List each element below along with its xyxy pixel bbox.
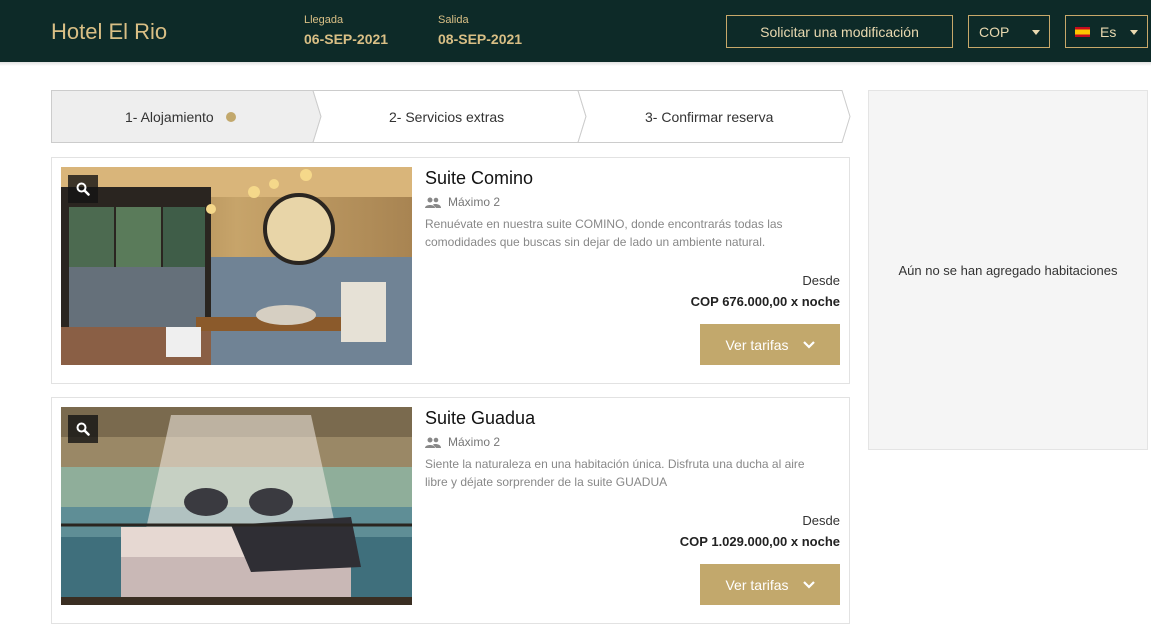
top-header: Hotel El Rio Llegada 06-SEP-2021 Salida … [0, 0, 1151, 62]
active-step-dot [225, 112, 236, 122]
view-rates-button[interactable]: Ver tarifas [700, 324, 840, 365]
room-card-comino: Suite Comino Máximo 2 Renuévate en nuest… [51, 157, 850, 384]
price-from-label: Desde [802, 273, 840, 288]
caret-down-icon [1130, 30, 1138, 35]
language-value: Es [1100, 23, 1117, 40]
departure-label: Salida [438, 14, 469, 26]
request-modification-label: Solicitar una modificación [760, 23, 919, 40]
header-shadow [0, 62, 1151, 66]
room-capacity: Máximo 2 [425, 195, 500, 209]
view-rates-button[interactable]: Ver tarifas [700, 564, 840, 605]
spain-flag-icon [1075, 26, 1090, 37]
booking-stepper: 1- Alojamiento 2- Servicios extras 3- Co… [51, 90, 851, 143]
search-icon [76, 182, 90, 196]
room-title[interactable]: Suite Guadua [425, 408, 535, 429]
zoom-button[interactable] [68, 415, 98, 443]
view-rates-label: Ver tarifas [725, 336, 789, 353]
arrival-date-block: Llegada 06-SEP-2021 [304, 14, 388, 47]
room-title[interactable]: Suite Comino [425, 168, 533, 189]
price-from-label: Desde [802, 513, 840, 528]
currency-select[interactable]: COP [968, 15, 1050, 48]
step-accommodation-label: 1- Alojamiento [125, 109, 214, 125]
room-capacity-text: Máximo 2 [448, 435, 501, 449]
room-capacity-text: Máximo 2 [448, 195, 501, 209]
room-photo-comino[interactable] [61, 167, 412, 365]
arrival-date: 06-SEP-2021 [304, 31, 389, 47]
users-icon [425, 197, 441, 208]
arrival-label: Llegada [304, 14, 344, 26]
view-rates-label: Ver tarifas [725, 576, 789, 593]
departure-date: 08-SEP-2021 [438, 31, 523, 47]
room-description: Siente la naturaleza en una habitación ú… [425, 457, 805, 489]
step-accommodation[interactable]: 1- Alojamiento [125, 109, 236, 125]
bathroom-photo [61, 167, 412, 365]
step-extra-services-label: 2- Servicios extras [389, 109, 505, 125]
room-card-guadua: Suite Guadua Máximo 2 Siente la naturale… [51, 397, 850, 624]
room-description: Renuévate en nuestra suite COMINO, donde… [425, 217, 783, 249]
step-extra-services[interactable]: 2- Servicios extras [389, 109, 504, 125]
chevron-down-icon [802, 340, 815, 349]
language-select[interactable]: Es [1065, 15, 1148, 48]
currency-value: COP [979, 23, 1010, 40]
caret-down-icon [1032, 30, 1040, 35]
room-photo-guadua[interactable] [61, 407, 412, 605]
users-icon [425, 437, 441, 448]
step-confirm[interactable]: 3- Confirmar reserva [645, 109, 773, 125]
request-modification-button[interactable]: Solicitar una modificación [726, 15, 953, 48]
zoom-button[interactable] [68, 175, 98, 203]
search-icon [76, 422, 90, 436]
empty-cart-message: Aún no se han agregado habitaciones [898, 262, 1118, 278]
booking-summary-panel: Aún no se han agregado habitaciones [868, 90, 1148, 450]
room-price: COP 1.029.000,00 x noche [679, 534, 840, 549]
step-confirm-label: 3- Confirmar reserva [645, 109, 774, 125]
chevron-down-icon [802, 580, 815, 589]
bedroom-photo [61, 407, 412, 605]
hotel-name[interactable]: Hotel El Rio [51, 19, 167, 45]
room-price: COP 676.000,00 x noche [690, 294, 840, 309]
room-capacity: Máximo 2 [425, 435, 500, 449]
departure-date-block: Salida 08-SEP-2021 [438, 14, 522, 47]
